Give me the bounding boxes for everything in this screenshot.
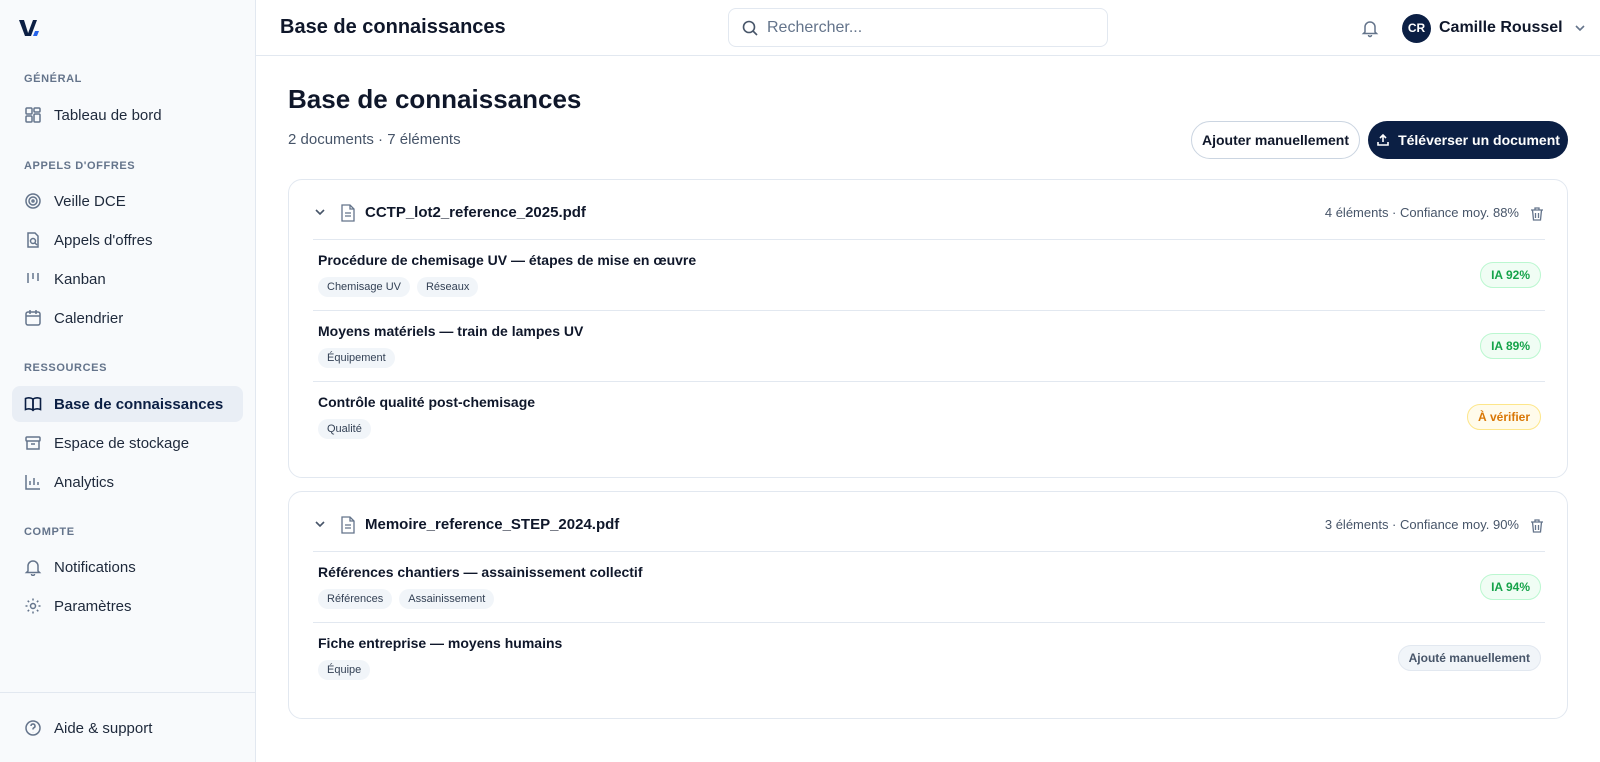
list-item[interactable]: Procédure de chemisage UV — étapes de mi…	[313, 239, 1545, 310]
app-logo-icon[interactable]	[16, 14, 44, 42]
sidebar-item-appels-d-offres[interactable]: Appels d'offres	[12, 222, 243, 258]
sidebar-item-label: Espace de stockage	[54, 434, 190, 452]
bar-chart-icon	[24, 473, 54, 491]
list-item[interactable]: Moyens matériels — train de lampes UV Éq…	[313, 310, 1545, 381]
document-meta: 4 éléments · Confiance moy. 88%	[1324, 205, 1519, 220]
archive-icon	[24, 434, 54, 452]
target-icon	[24, 192, 54, 210]
status-badge: Ajouté manuellement	[1397, 645, 1541, 671]
tag: Qualité	[318, 419, 371, 439]
document-header[interactable]: CCTP_lot2_reference_2025.pdf 4 éléments …	[289, 180, 1569, 240]
sidebar-item-label: Tableau de bord	[54, 106, 162, 124]
top-header: Base de connaissances CR Camille Roussel	[256, 0, 1600, 56]
bell-icon	[24, 558, 54, 576]
sidebar-section-ressources: RESSOURCES	[24, 362, 108, 374]
confidence-badge: IA 94%	[1480, 574, 1541, 600]
confidence-badge: IA 92%	[1480, 262, 1541, 288]
list-item[interactable]: Références chantiers — assainissement co…	[313, 551, 1545, 622]
sidebar-item-label: Notifications	[54, 558, 136, 576]
sidebar-section-compte: COMPTE	[24, 526, 75, 538]
calendar-icon	[24, 309, 54, 327]
sidebar-item-tableau-de-bord[interactable]: Tableau de bord	[12, 97, 243, 133]
add-manual-button[interactable]: Ajouter manuellement	[1191, 121, 1360, 159]
chevron-down-icon[interactable]	[313, 517, 327, 531]
sidebar-item-label: Kanban	[54, 270, 106, 288]
gear-icon	[24, 597, 54, 615]
sidebar-item-label: Calendrier	[54, 309, 124, 327]
document-meta: 3 éléments · Confiance moy. 90%	[1324, 517, 1519, 532]
tag: Équipement	[318, 348, 395, 368]
file-icon	[341, 516, 355, 534]
tag: Équipe	[318, 660, 371, 680]
confidence-badge: IA 89%	[1480, 333, 1541, 359]
sidebar-item-kanban[interactable]: Kanban	[12, 261, 243, 297]
list-item[interactable]: Fiche entreprise — moyens humains Équipe…	[313, 622, 1545, 693]
tag: Références	[318, 589, 393, 609]
document-search-icon	[24, 231, 54, 249]
document-name: CCTP_lot2_reference_2025.pdf	[365, 204, 586, 221]
tag: Assainissement	[399, 589, 495, 609]
document-name: Memoire_reference_STEP_2024.pdf	[365, 516, 620, 533]
help-circle-icon	[24, 719, 54, 737]
tag: Chemisage UV	[318, 277, 410, 297]
page-title: Base de connaissances	[288, 84, 582, 114]
upload-icon	[1377, 133, 1389, 146]
upload-button-label: Téléverser un document	[1398, 132, 1560, 148]
user-menu[interactable]: CR Camille Roussel	[1402, 13, 1587, 43]
search-box[interactable]	[728, 8, 1108, 47]
document-card: Memoire_reference_STEP_2024.pdf 3 élémen…	[288, 491, 1568, 719]
list-item[interactable]: Contrôle qualité post-chemisage Qualité …	[313, 381, 1545, 452]
file-icon	[341, 204, 355, 222]
header-title: Base de connaissances	[280, 16, 506, 38]
page-subtitle: 2 documents · 7 éléments	[288, 131, 461, 148]
notifications-bell-icon[interactable]	[1360, 18, 1380, 38]
sidebar-item-label: Paramètres	[54, 597, 132, 615]
sidebar-item-notifications[interactable]: Notifications	[12, 549, 243, 585]
sidebar-item-base-de-connaissances[interactable]: Base de connaissances	[12, 386, 243, 422]
help-support-label: Aide & support	[54, 719, 153, 737]
trash-icon[interactable]	[1529, 206, 1545, 222]
search-input[interactable]	[767, 18, 1087, 37]
dashboard-icon	[24, 106, 54, 124]
avatar: CR	[1402, 13, 1431, 43]
sidebar: GÉNÉRAL Tableau de bord APPELS D'OFFRES …	[0, 0, 256, 762]
sidebar-footer: Aide & support	[0, 692, 255, 762]
book-icon	[24, 395, 54, 413]
status-badge: À vérifier	[1466, 404, 1541, 430]
help-support-link[interactable]: Aide & support	[12, 710, 243, 746]
item-title: Fiche entreprise — moyens humains	[318, 635, 563, 651]
tag: Réseaux	[416, 277, 479, 297]
sidebar-item-calendrier[interactable]: Calendrier	[12, 300, 243, 336]
item-title: Moyens matériels — train de lampes UV	[318, 323, 584, 339]
trash-icon[interactable]	[1529, 518, 1545, 534]
item-title: Références chantiers — assainissement co…	[318, 564, 643, 580]
sidebar-item-label: Veille DCE	[54, 192, 126, 210]
sidebar-section-general: GÉNÉRAL	[24, 73, 82, 85]
sidebar-item-parametres[interactable]: Paramètres	[12, 588, 243, 624]
upload-document-button[interactable]: Téléverser un document	[1368, 121, 1568, 159]
document-card: CCTP_lot2_reference_2025.pdf 4 éléments …	[288, 179, 1568, 478]
sidebar-item-veille-dce[interactable]: Veille DCE	[12, 183, 243, 219]
chevron-down-icon	[1575, 25, 1585, 32]
sidebar-item-espace-de-stockage[interactable]: Espace de stockage	[12, 425, 243, 461]
document-header[interactable]: Memoire_reference_STEP_2024.pdf 3 élémen…	[289, 492, 1569, 552]
user-name: Camille Roussel	[1439, 19, 1563, 36]
search-icon	[742, 20, 758, 36]
item-title: Contrôle qualité post-chemisage	[318, 394, 536, 410]
sidebar-item-label: Appels d'offres	[54, 231, 153, 249]
kanban-icon	[24, 270, 54, 288]
sidebar-item-label: Analytics	[54, 473, 115, 491]
sidebar-section-appels: APPELS D'OFFRES	[24, 160, 136, 172]
sidebar-item-analytics[interactable]: Analytics	[12, 464, 243, 500]
item-title: Procédure de chemisage UV — étapes de mi…	[318, 252, 697, 268]
sidebar-item-label: Base de connaissances	[54, 395, 224, 413]
chevron-down-icon[interactable]	[313, 205, 327, 219]
